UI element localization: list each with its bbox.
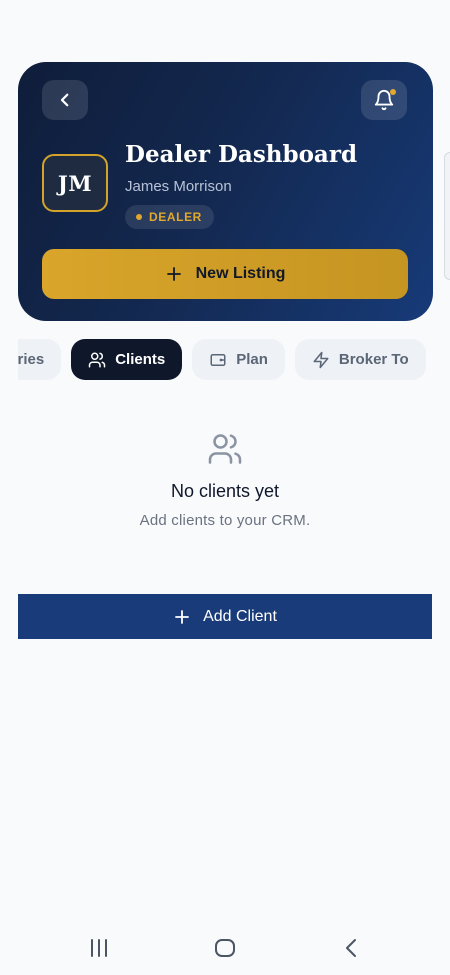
user-name: James Morrison [125, 178, 232, 195]
back-button[interactable] [42, 80, 88, 120]
chevron-left-icon [60, 93, 69, 107]
empty-state-title: No clients yet [170, 481, 280, 501]
new-listing-label: New Listing [195, 265, 286, 282]
plus-icon [175, 609, 189, 624]
page-title: Dealer Dashboard [125, 141, 358, 168]
plus-icon [166, 267, 181, 281]
back-icon [346, 939, 356, 957]
tab-broker-tools[interactable]: Broker To [294, 339, 426, 380]
tab-label: Clients [115, 351, 166, 368]
dashboard-header-card: JM Dealer Dashboard James Morrison DEALE… [18, 62, 433, 321]
recents-icon [91, 939, 107, 957]
system-back-button[interactable] [340, 936, 362, 960]
home-icon [215, 939, 235, 957]
home-button[interactable] [213, 936, 237, 960]
tab-label: quiries [18, 351, 45, 368]
avatar: JM [42, 154, 108, 212]
role-badge-label: DEALER [149, 210, 202, 224]
edge-panel-handle[interactable] [444, 152, 450, 280]
system-navigation-bar [0, 922, 450, 975]
users-icon [88, 352, 106, 367]
notifications-button[interactable] [361, 80, 407, 120]
recents-button[interactable] [87, 936, 111, 960]
new-listing-button[interactable]: New Listing [42, 249, 408, 299]
add-client-button[interactable]: Add Client [18, 594, 432, 639]
add-client-label: Add Client [203, 607, 277, 625]
users-icon [208, 434, 242, 464]
role-dot-icon [136, 214, 142, 220]
tab-label: Plan [236, 351, 268, 368]
dealer-dashboard-screen: JM Dealer Dashboard James Morrison DEALE… [0, 0, 450, 975]
role-badge: DEALER [125, 205, 214, 229]
tab-enquiries[interactable]: quiries [18, 339, 62, 380]
bolt-icon [313, 351, 329, 368]
wallet-icon [210, 353, 226, 366]
empty-state-subtitle: Add clients to your CRM. [139, 512, 311, 529]
tab-label: Broker To [338, 351, 409, 368]
tab-clients[interactable]: Clients [71, 339, 183, 380]
tab-plan[interactable]: Plan [192, 339, 285, 380]
section-tabs: quiries Clients Plan [18, 339, 432, 381]
notification-dot [390, 89, 396, 95]
